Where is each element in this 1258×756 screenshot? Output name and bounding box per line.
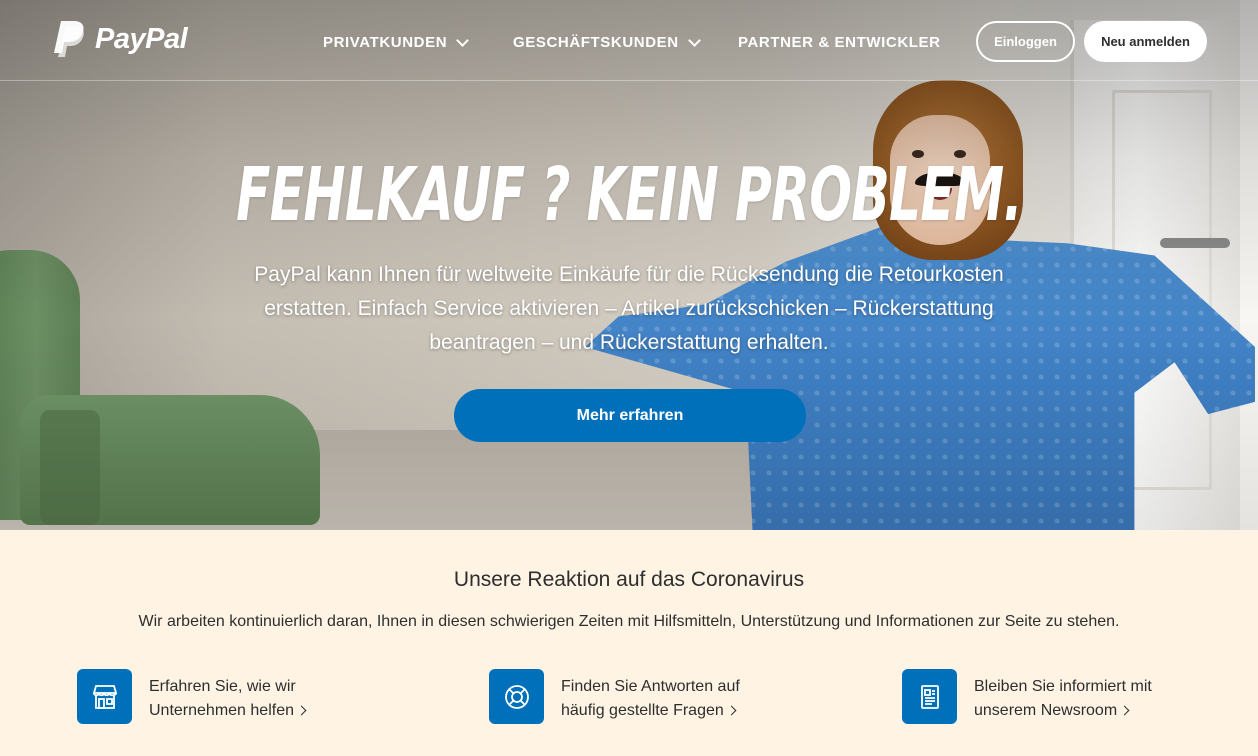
nav-privatkunden[interactable]: PRIVATKUNDEN <box>323 33 470 51</box>
signup-button[interactable]: Neu anmelden <box>1084 21 1207 62</box>
newspaper-icon <box>902 669 957 724</box>
corona-card-businesses-text: Erfahren Sie, wie wir Unternehmen helfen <box>149 675 307 724</box>
nav-partner-entwickler[interactable]: PARTNER & ENTWICKLER <box>738 34 941 51</box>
chevron-right-icon <box>296 705 307 716</box>
nav-geschaeftskunden-label: GESCHÄFTSKUNDEN <box>513 34 679 51</box>
corona-card-newsroom-text: Bleiben Sie informiert mit unserem Newsr… <box>974 675 1152 724</box>
hero-description: PayPal kann Ihnen für weltweite Einkäufe… <box>254 263 1004 354</box>
paypal-logo[interactable]: PayPal <box>52 20 188 58</box>
corona-card-faq-text: Finden Sie Antworten auf häufig gestellt… <box>561 675 740 724</box>
storefront-icon <box>77 669 132 724</box>
learn-more-button[interactable]: Mehr erfahren <box>454 389 806 442</box>
corona-section-subtitle: Wir arbeiten kontinuierlich daran, Ihnen… <box>138 613 1120 630</box>
site-header: PayPal PRIVATKUNDEN GESCHÄFTSKUNDEN PART… <box>0 0 1258 81</box>
chevron-down-icon <box>456 33 470 47</box>
nav-partner-entwickler-label: PARTNER & ENTWICKLER <box>738 34 941 51</box>
login-button[interactable]: Einloggen <box>976 21 1075 62</box>
paypal-wordmark: PayPal <box>95 22 188 55</box>
card-line-1: Finden Sie Antworten auf <box>561 678 740 695</box>
card-line-2: unserem Newsroom <box>974 702 1118 719</box>
nav-privatkunden-label: PRIVATKUNDEN <box>323 34 448 51</box>
lifebuoy-icon <box>489 669 544 724</box>
corona-card-newsroom[interactable]: Bleiben Sie informiert mit unserem Newsr… <box>902 669 1152 724</box>
chevron-down-icon <box>687 33 701 47</box>
card-line-1: Erfahren Sie, wie wir <box>149 678 296 695</box>
paypal-logo-icon <box>52 20 86 58</box>
corona-card-faq[interactable]: Finden Sie Antworten auf häufig gestellt… <box>489 669 740 724</box>
chevron-right-icon <box>726 705 737 716</box>
nav-geschaeftskunden[interactable]: GESCHÄFTSKUNDEN <box>513 33 701 51</box>
card-line-2: Unternehmen helfen <box>149 702 294 719</box>
corona-section-title: Unsere Reaktion auf das Coronavirus <box>453 568 805 591</box>
hero-title: FEHLKAUF ? KEIN PROBLEM. <box>236 152 1023 238</box>
corona-card-businesses[interactable]: Erfahren Sie, wie wir Unternehmen helfen <box>77 669 307 724</box>
card-line-2: häufig gestellte Fragen <box>561 702 724 719</box>
card-line-1: Bleiben Sie informiert mit <box>974 678 1152 695</box>
chevron-right-icon <box>1119 705 1130 716</box>
